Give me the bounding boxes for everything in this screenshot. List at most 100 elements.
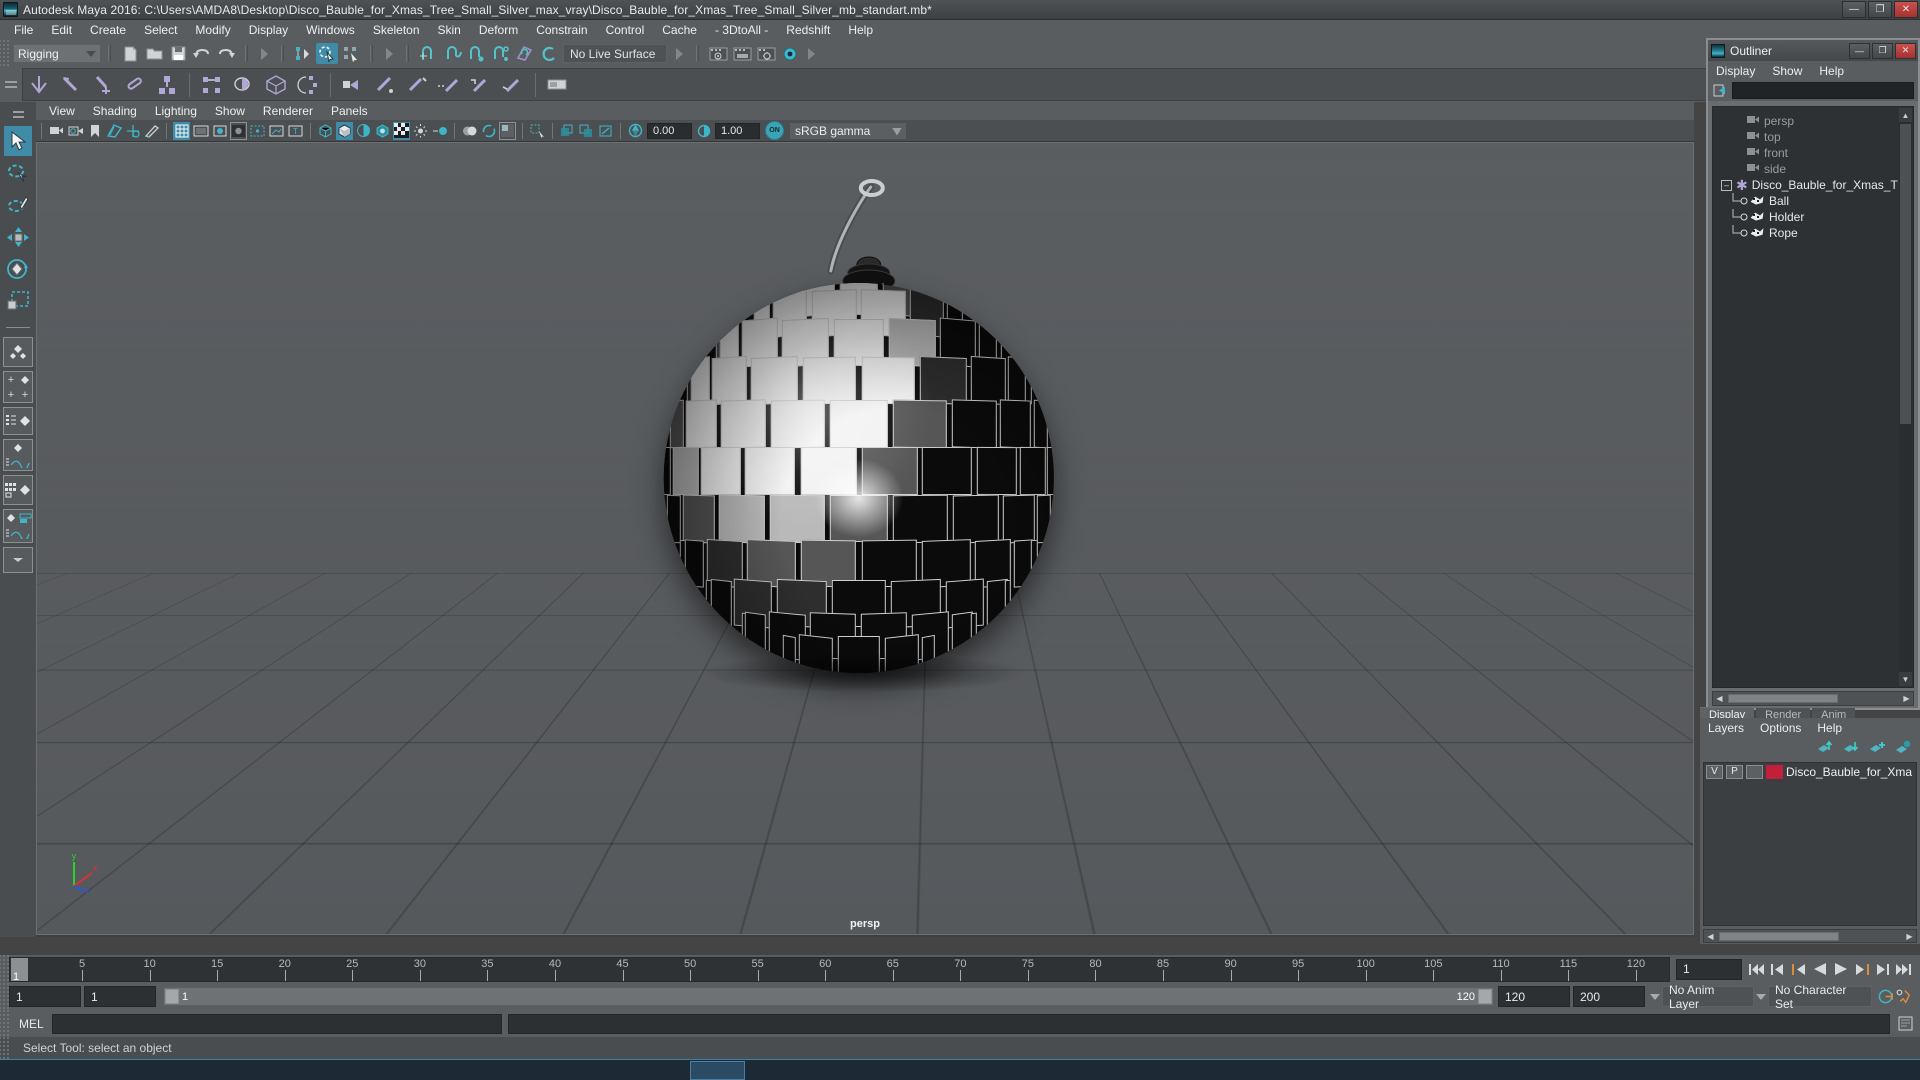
character-set-dropdown-arrow[interactable] <box>1754 986 1768 1007</box>
outliner-menu-display[interactable]: Display <box>1716 64 1755 78</box>
scrollbar-thumb[interactable] <box>1728 694 1838 703</box>
outliner-item-disco-bauble-group[interactable]: – ✱ Disco_Bauble_for_Xmas_T <box>1713 177 1913 193</box>
scroll-right-icon[interactable]: ▶ <box>1903 932 1916 941</box>
menu-help[interactable]: Help <box>839 21 882 39</box>
shadows-icon[interactable] <box>393 121 410 140</box>
gate-mask-icon[interactable] <box>230 121 247 140</box>
exposure-value[interactable]: 0.00 <box>647 122 692 139</box>
outliner-item-ball[interactable]: Ball <box>1713 193 1913 209</box>
step-back-frame-icon[interactable] <box>1769 960 1786 978</box>
anim-start-time-field[interactable]: 1 <box>9 986 81 1007</box>
ik-handle-icon[interactable] <box>56 70 86 99</box>
menu-3dtoall[interactable]: - 3DtoAll - <box>706 21 777 39</box>
outliner-persp-layout[interactable] <box>3 407 33 435</box>
gamma-value[interactable]: 1.00 <box>715 122 760 139</box>
grease-pencil-icon[interactable] <box>143 122 160 140</box>
skeleton-joint-icon[interactable] <box>24 70 54 99</box>
select-camera-icon[interactable] <box>48 122 65 140</box>
viewport-menu-shading[interactable]: Shading <box>84 104 146 118</box>
save-scene-icon[interactable] <box>167 43 189 64</box>
paint-select-tool[interactable] <box>4 190 32 220</box>
step-forward-frame-icon[interactable] <box>1874 960 1891 978</box>
cluster-icon[interactable] <box>293 70 323 99</box>
camera-attributes-icon[interactable] <box>67 122 84 140</box>
make-live-icon[interactable] <box>537 43 559 64</box>
close-button[interactable]: ✕ <box>1894 1 1918 18</box>
textured-icon[interactable] <box>374 122 391 140</box>
range-start-field[interactable]: 1 <box>84 986 156 1007</box>
layer-visibility-toggle[interactable]: V <box>1706 764 1723 779</box>
smooth-shade-all-icon[interactable] <box>336 121 353 140</box>
shelf-grip[interactable] <box>0 67 22 102</box>
single-perspective-layout[interactable] <box>3 337 33 367</box>
menu-cache[interactable]: Cache <box>653 21 706 39</box>
safe-action-icon[interactable] <box>268 122 285 140</box>
xray-icon[interactable] <box>529 122 546 140</box>
outliner-filter-icon[interactable] <box>1712 82 1729 99</box>
film-gate-icon[interactable] <box>192 122 209 140</box>
range-slider-grip[interactable] <box>0 983 9 1010</box>
constraint-aim-icon[interactable] <box>434 70 464 99</box>
help-line-grip[interactable] <box>0 1037 9 1059</box>
command-line-grip[interactable] <box>0 1010 9 1037</box>
toolbox-grip[interactable] <box>0 102 36 126</box>
scrollbar-thumb[interactable] <box>1719 931 1839 941</box>
outliner-close-button[interactable]: ✕ <box>1895 42 1916 59</box>
select-by-object-type-icon[interactable] <box>316 43 338 64</box>
layout-more-button[interactable] <box>3 547 33 573</box>
show-hide-editors-icon[interactable] <box>707 43 729 64</box>
step-back-key-icon[interactable] <box>1790 960 1807 978</box>
color-management-toggle[interactable]: ON <box>765 121 784 140</box>
play-backwards-icon[interactable] <box>1811 960 1828 978</box>
maximize-button[interactable]: ❐ <box>1868 1 1892 18</box>
mirror-joint-icon[interactable] <box>152 70 182 99</box>
range-end-field[interactable]: 120 <box>1498 986 1570 1007</box>
hypershade-persp-layout[interactable] <box>3 475 33 505</box>
snap-to-projected-center-icon[interactable] <box>489 43 511 64</box>
safe-title-icon[interactable]: T <box>287 122 304 140</box>
viewport-menu-panels[interactable]: Panels <box>322 104 377 118</box>
outliner-maximize-button[interactable]: ❐ <box>1872 42 1893 59</box>
outliner-tree[interactable]: persp top front side – ✱ Disco_Bauble_fo… <box>1712 106 1914 688</box>
menu-skeleton[interactable]: Skeleton <box>364 21 429 39</box>
gamma-icon[interactable] <box>695 122 712 140</box>
layer-playback-toggle[interactable]: P <box>1726 764 1743 779</box>
select-by-component-type-icon[interactable] <box>340 43 362 64</box>
collapse-toggle-icon[interactable]: – <box>1721 179 1732 191</box>
range-start-handle[interactable] <box>165 989 179 1004</box>
exposure-icon[interactable] <box>627 122 644 140</box>
screen-space-ao-icon[interactable] <box>412 122 429 140</box>
constraint-point-icon[interactable] <box>370 70 400 99</box>
smooth-bind-icon[interactable] <box>229 70 259 99</box>
animation-preferences-icon[interactable] <box>1895 988 1912 1006</box>
attribute-editor-icon[interactable] <box>731 43 753 64</box>
resolution-gate-icon[interactable] <box>211 122 228 140</box>
outliner-horizontal-scrollbar[interactable]: ◀ ▶ <box>1712 691 1914 706</box>
move-layer-up-icon[interactable] <box>1817 740 1834 754</box>
field-chart-icon[interactable] <box>249 122 266 140</box>
layer-shading-toggle[interactable] <box>1746 764 1763 779</box>
lattice-icon[interactable] <box>261 70 291 99</box>
move-layer-down-icon[interactable] <box>1843 740 1860 754</box>
menu-control[interactable]: Control <box>597 21 654 39</box>
snap-to-view-plane-icon[interactable] <box>513 43 535 64</box>
insert-joint-icon[interactable] <box>120 70 150 99</box>
viewport-menu-view[interactable]: View <box>40 104 84 118</box>
bookmark-icon[interactable] <box>86 122 103 140</box>
viewport-menu-renderer[interactable]: Renderer <box>254 104 322 118</box>
motion-blur-icon[interactable] <box>431 122 448 140</box>
command-output[interactable] <box>507 1013 1890 1034</box>
lasso-select-tool[interactable] <box>4 158 32 188</box>
multisample-icon[interactable] <box>461 122 478 140</box>
current-frame-field[interactable]: 1 <box>1676 958 1742 980</box>
bind-skin-icon[interactable] <box>197 70 227 99</box>
outliner-menu-help[interactable]: Help <box>1819 64 1844 78</box>
create-layer-from-selected-icon[interactable] <box>1895 740 1912 754</box>
scroll-left-icon[interactable]: ◀ <box>1704 932 1717 941</box>
scroll-right-icon[interactable]: ▶ <box>1900 694 1913 703</box>
view-transform-icon[interactable] <box>597 122 614 140</box>
layer-menu-help[interactable]: Help <box>1817 721 1842 735</box>
image-plane-icon[interactable] <box>105 122 122 140</box>
go-to-start-icon[interactable] <box>1748 960 1765 978</box>
create-new-layer-icon[interactable] <box>1869 740 1886 754</box>
